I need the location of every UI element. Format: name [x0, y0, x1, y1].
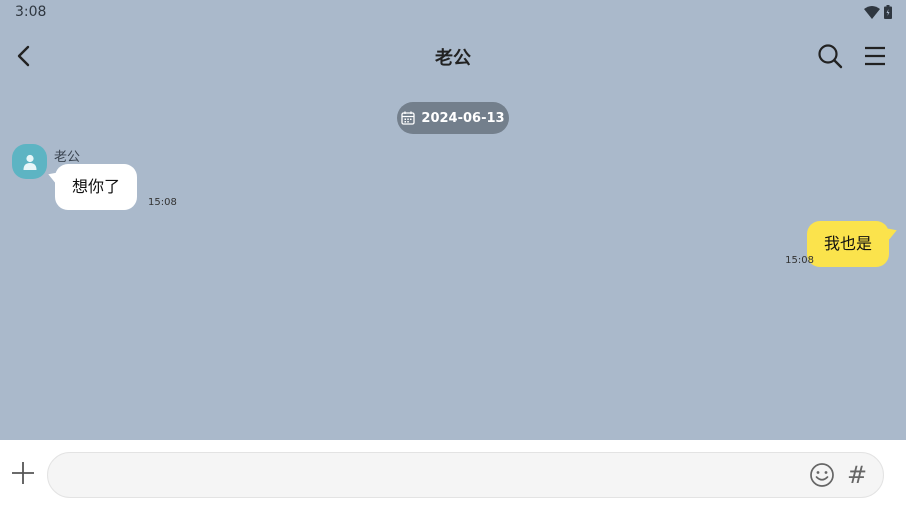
- chat-header: 老公: [0, 30, 906, 82]
- outgoing-bubble[interactable]: 我也是: [806, 221, 889, 267]
- wifi-icon: [864, 5, 880, 19]
- person-icon: [23, 154, 36, 170]
- status-bar: 3:08: [0, 0, 906, 26]
- input-bar: #: [0, 440, 906, 510]
- menu-icon: [865, 46, 885, 66]
- menu-button[interactable]: [861, 42, 889, 70]
- chat-title: 老公: [435, 48, 471, 69]
- message-time: 15:08: [148, 197, 177, 208]
- plus-icon: [12, 462, 34, 484]
- calendar-icon: [401, 111, 416, 125]
- emoji-button[interactable]: [809, 462, 835, 488]
- search-icon: [818, 44, 843, 69]
- status-icons: [864, 5, 892, 19]
- date-label: 2024-06-13: [421, 110, 505, 126]
- date-divider: 2024-06-13: [397, 102, 509, 134]
- message-input[interactable]: [47, 452, 884, 498]
- message-time: 15:08: [785, 255, 814, 266]
- search-button[interactable]: [816, 42, 844, 70]
- avatar[interactable]: [12, 144, 47, 179]
- attach-button[interactable]: [10, 460, 36, 486]
- incoming-bubble[interactable]: 想你了: [55, 164, 138, 210]
- emoji-icon: [810, 463, 834, 487]
- outgoing-message: 我也是: [806, 221, 889, 267]
- hashtag-button[interactable]: #: [846, 462, 868, 488]
- status-time: 3:08: [15, 4, 47, 20]
- sender-name: 老公: [54, 150, 81, 165]
- battery-icon: [884, 5, 892, 19]
